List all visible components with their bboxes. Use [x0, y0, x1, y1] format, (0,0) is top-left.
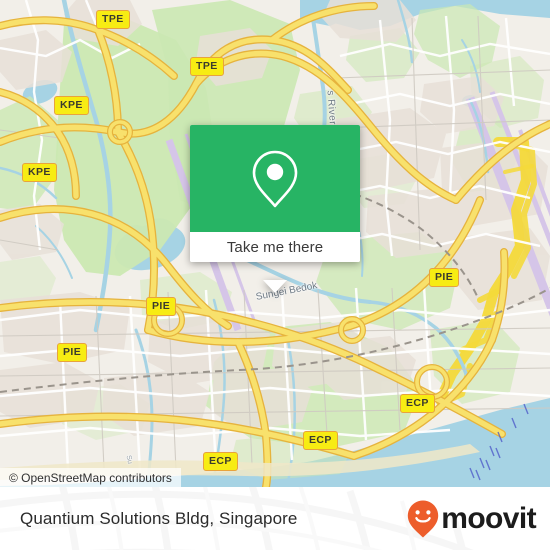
moovit-map-screenshot: TPE TPE KPE KPE PIE PIE PIE ECP ECP ECP … [0, 0, 550, 550]
location-title: Quantium Solutions Bldg, Singapore [20, 508, 298, 528]
bottom-bar: Quantium Solutions Bldg, Singapore moovi… [0, 487, 550, 550]
take-me-there-label: Take me there [226, 238, 324, 256]
moovit-wordmark: moovit [441, 501, 536, 535]
road-shield-tpe-2: TPE [190, 57, 224, 76]
road-shield-ecp-2: ECP [303, 431, 338, 450]
water-label-small: Su [124, 454, 134, 465]
road-shield-ecp-3: ECP [203, 452, 238, 471]
water-label-river: s River [324, 90, 338, 126]
road-shield-ecp-1: ECP [400, 394, 435, 413]
road-shield-pie-2: PIE [57, 343, 88, 362]
popup-action-bar[interactable]: Take me there [190, 232, 360, 262]
road-shield-kpe-2: KPE [22, 163, 57, 182]
popup-image-area [190, 125, 360, 232]
road-shield-pie-3: PIE [429, 268, 460, 287]
location-popup[interactable]: Take me there [190, 125, 360, 293]
map-pin-icon [252, 150, 298, 207]
road-shield-pie-1: PIE [146, 297, 177, 316]
popup-tail-arrow [263, 280, 287, 293]
map-canvas[interactable]: TPE TPE KPE KPE PIE PIE PIE ECP ECP ECP … [0, 0, 550, 487]
road-shield-kpe-1: KPE [54, 96, 89, 115]
popup-body: Take me there [190, 125, 360, 262]
attribution-text: © OpenStreetMap contributors [9, 470, 172, 485]
moovit-logo[interactable]: moovit [406, 487, 537, 550]
map-attribution[interactable]: © OpenStreetMap contributors [0, 468, 181, 487]
moovit-smiley-pin-icon [408, 500, 439, 537]
road-shield-tpe-1: TPE [96, 10, 130, 29]
